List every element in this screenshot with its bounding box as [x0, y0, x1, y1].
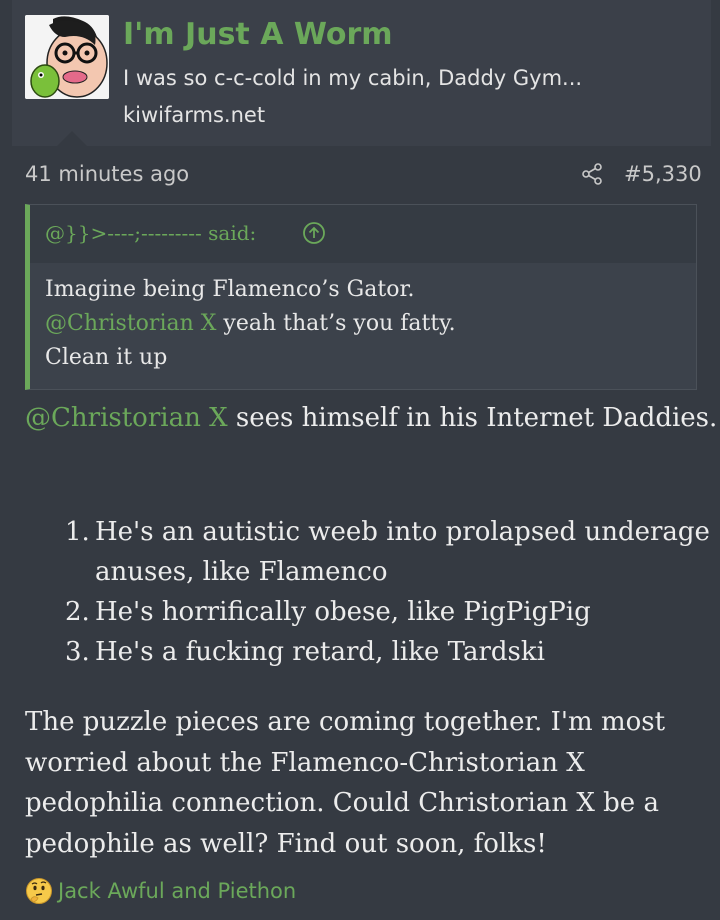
quote-mention-link[interactable]: @Christorian X [45, 311, 216, 336]
reaction-users-link[interactable]: Jack Awful and Piethon [58, 879, 296, 903]
intro-text: sees himself in his Internet Daddies. [227, 403, 718, 433]
username-link[interactable]: I'm Just A Worm [123, 17, 393, 52]
quote-attribution-link[interactable]: @}}>----;--------- said: [45, 221, 256, 245]
thinking-face-icon [26, 878, 52, 904]
quote-block: @}}>----;--------- said: Imagine being F… [25, 204, 697, 390]
intro-mention-link[interactable]: @Christorian X [25, 403, 228, 433]
post-timestamp[interactable]: 41 minutes ago [25, 162, 189, 186]
list-number: 2. [65, 597, 90, 627]
post-number-link[interactable]: #5,330 [624, 162, 702, 186]
list-item: 1. He's an autistic weeb into prolapsed u… [25, 512, 715, 592]
arrow-up-circle-icon[interactable] [302, 221, 326, 245]
quote-line-2: @Christorian X yeah that’s you fatty. [45, 311, 456, 336]
quote-line-3: Clean it up [45, 345, 168, 370]
list-text: He's horrifically obese, like PigPigPig [95, 597, 591, 627]
list-number: 3. [65, 637, 90, 667]
header-caret [57, 131, 87, 146]
list-text: He's an autistic weeb into prolapsed und… [95, 517, 710, 587]
list-item: 2. He's horrifically obese, like PigPigPi… [25, 592, 715, 632]
user-site: kiwifarms.net [123, 103, 266, 127]
quote-header: @}}>----;--------- said: [30, 205, 696, 263]
numbered-list: 1. He's an autistic weeb into prolapsed u… [25, 512, 715, 672]
share-icon[interactable] [580, 162, 604, 186]
user-title: I was so c-c-cold in my cabin, Daddy Gym… [123, 66, 583, 90]
list-text: He's a fucking retard, like Tardski [95, 637, 545, 667]
post-conclusion: The puzzle pieces are coming together. I… [25, 707, 666, 859]
avatar[interactable] [25, 15, 109, 99]
post-intro: @Christorian X sees himself in his Inter… [25, 403, 717, 433]
quote-line-1: Imagine being Flamenco’s Gator. [45, 277, 415, 302]
list-item: 3. He's a fucking retard, like Tardski [25, 632, 715, 672]
avatar-image [25, 15, 109, 99]
list-number: 1. [65, 517, 90, 547]
quote-line-2-text: yeah that’s you fatty. [216, 311, 456, 336]
